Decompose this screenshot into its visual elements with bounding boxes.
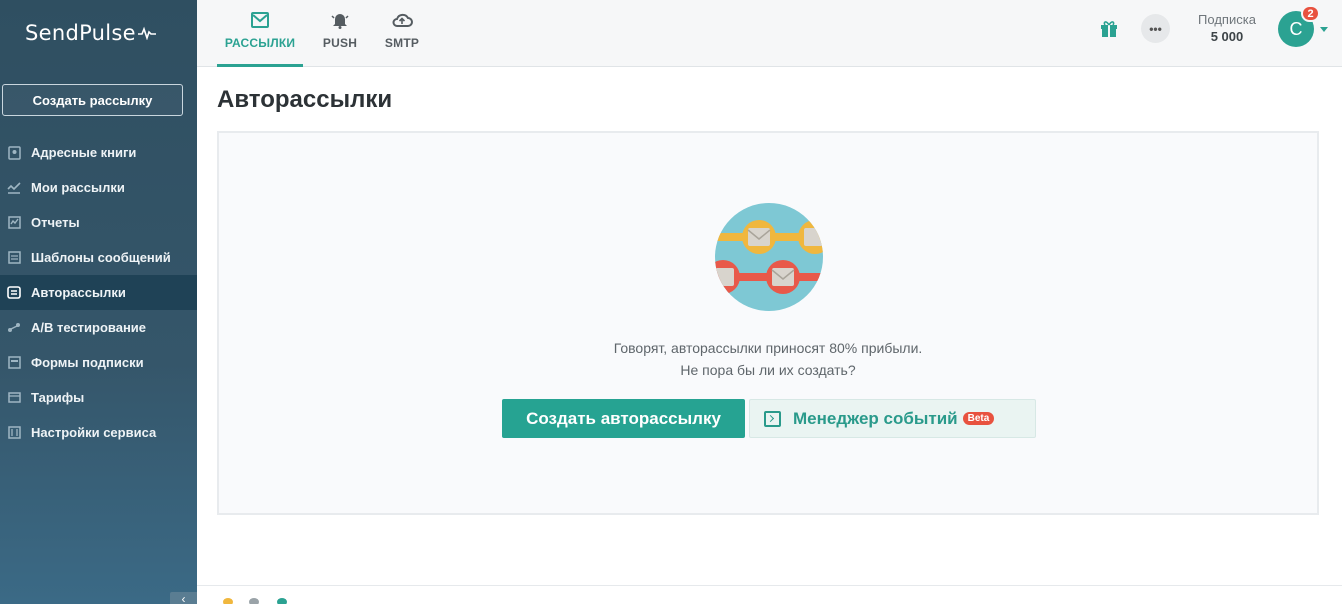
topbar: РАССЫЛКИ PUSH SMTP ••• Подписка 5 000 C … xyxy=(197,0,1342,67)
email-icon xyxy=(251,10,269,30)
sidebar-nav: Адресные книги Мои рассылки Отчеты Шабло… xyxy=(0,135,197,450)
pulse-icon xyxy=(137,26,156,40)
sidebar: SendPulse Создать рассылку Адресные книг… xyxy=(0,0,197,604)
sidebar-item-label: Шаблоны сообщений xyxy=(31,250,171,265)
sidebar-item-service-settings[interactable]: Настройки сервиса xyxy=(0,415,197,450)
chevron-down-icon[interactable] xyxy=(1320,27,1328,32)
terminal-icon xyxy=(764,410,781,427)
pricing-icon xyxy=(6,390,22,406)
automation-icon xyxy=(6,285,22,301)
tab-campaigns[interactable]: РАССЫЛКИ xyxy=(217,0,303,67)
sidebar-item-ab-testing[interactable]: A/B тестирование xyxy=(0,310,197,345)
sidebar-item-label: Тарифы xyxy=(31,390,85,405)
create-campaign-button[interactable]: Создать рассылку xyxy=(2,84,183,116)
beta-badge: Beta xyxy=(962,412,995,425)
logo[interactable]: SendPulse xyxy=(0,0,197,66)
sidebar-item-pricing[interactable]: Тарифы xyxy=(0,380,197,415)
sidebar-item-address-books[interactable]: Адресные книги xyxy=(0,135,197,170)
more-button[interactable]: ••• xyxy=(1141,14,1170,43)
tab-smtp[interactable]: SMTP xyxy=(379,0,425,67)
page-title: Авторассылки xyxy=(217,86,393,113)
sidebar-item-reports[interactable]: Отчеты xyxy=(0,205,197,240)
more-dots-icon: ••• xyxy=(1149,21,1162,36)
sidebar-item-label: Формы подписки xyxy=(31,355,144,370)
sidebar-item-autoresponders[interactable]: Авторассылки xyxy=(0,275,197,310)
templates-icon xyxy=(6,250,22,266)
sidebar-item-my-campaigns[interactable]: Мои рассылки xyxy=(0,170,197,205)
event-manager-label: Менеджер событий xyxy=(793,408,958,428)
bottom-widget-icon[interactable] xyxy=(223,598,233,604)
settings-icon xyxy=(6,425,22,441)
sidebar-item-label: Отчеты xyxy=(31,215,80,230)
email-chain-illustration xyxy=(715,203,823,311)
reports-icon xyxy=(6,215,22,231)
message-line-2: Не пора бы ли их создать? xyxy=(680,362,856,378)
address-book-icon xyxy=(6,145,22,161)
create-autoresponder-button[interactable]: Создать авторассылку xyxy=(502,399,745,438)
cloud-upload-icon xyxy=(391,10,413,30)
sidebar-item-templates[interactable]: Шаблоны сообщений xyxy=(0,240,197,275)
subscription-value: 5 000 xyxy=(1210,29,1244,44)
forms-icon xyxy=(6,355,22,371)
tab-push[interactable]: PUSH xyxy=(317,0,363,67)
sidebar-item-label: Авторассылки xyxy=(31,285,126,300)
sidebar-item-label: Адресные книги xyxy=(31,145,137,160)
bottom-bar xyxy=(197,585,1342,604)
chevron-left-icon: ‹ xyxy=(181,592,186,604)
notification-badge[interactable]: 2 xyxy=(1301,5,1320,22)
empty-state-card: Говорят, авторассылки приносят 80% прибы… xyxy=(217,131,1319,515)
sidebar-item-label: A/B тестирование xyxy=(31,320,147,335)
message-line-1: Говорят, авторассылки приносят 80% прибы… xyxy=(613,340,923,356)
gift-icon[interactable] xyxy=(1099,18,1119,43)
bottom-widget-icon[interactable] xyxy=(249,598,259,604)
sidebar-item-label: Настройки сервиса xyxy=(31,425,157,440)
subscription-label: Подписка xyxy=(1198,12,1256,27)
logo-text: SendPulse xyxy=(25,21,136,45)
sidebar-item-subscription-forms[interactable]: Формы подписки xyxy=(0,345,197,380)
subscription-info[interactable]: Подписка 5 000 xyxy=(1182,12,1272,44)
collapse-sidebar-button[interactable]: ‹ xyxy=(170,592,197,604)
sidebar-item-label: Мои рассылки xyxy=(31,180,125,195)
bell-icon xyxy=(330,10,350,30)
ab-test-icon xyxy=(6,320,22,336)
event-manager-button[interactable]: Менеджер событий Beta xyxy=(749,399,1036,438)
campaigns-icon xyxy=(6,180,22,196)
bottom-widget-icon[interactable] xyxy=(277,598,287,604)
empty-state-message: Говорят, авторассылки приносят 80% прибы… xyxy=(219,337,1317,381)
